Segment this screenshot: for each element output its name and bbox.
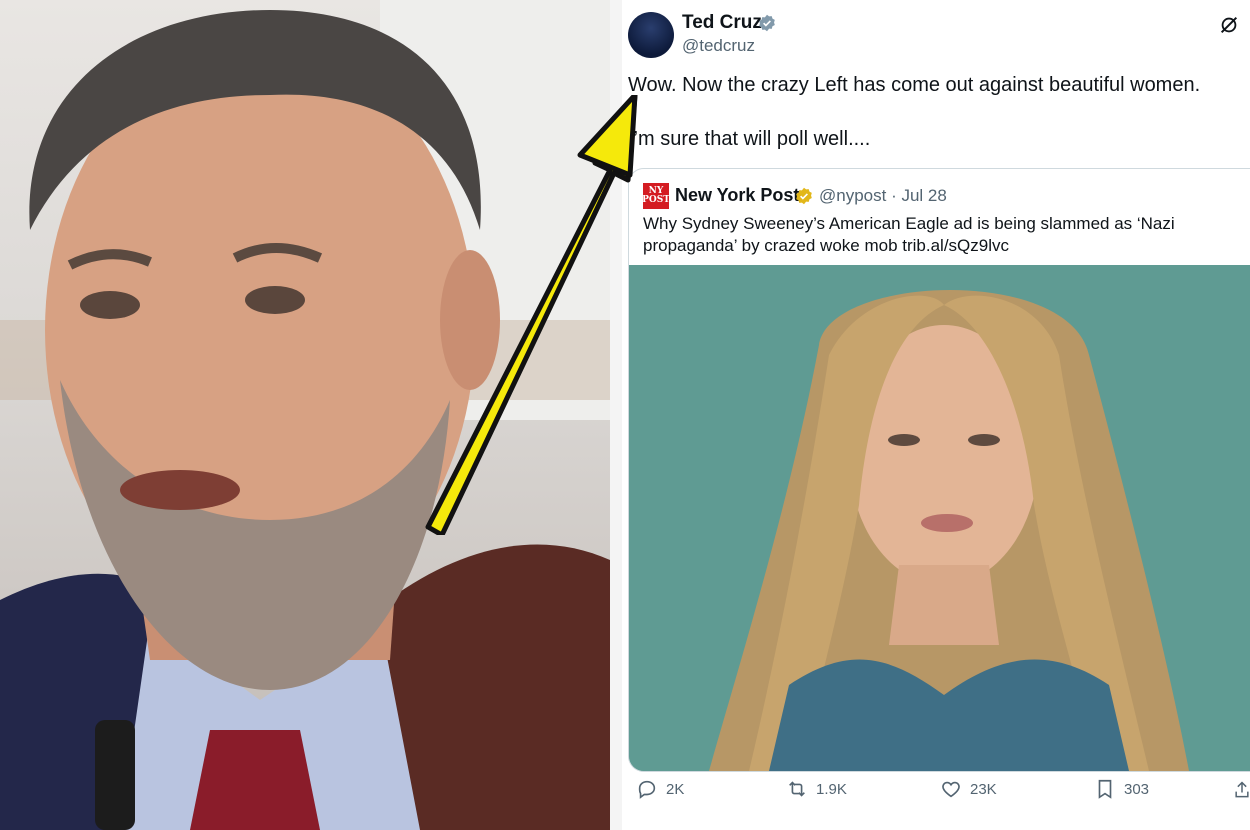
like-count: 23K: [970, 780, 997, 798]
nypost-logo: NY POST: [642, 183, 670, 209]
quote-media-image[interactable]: [629, 265, 1250, 771]
tweet-actions: 2K 1.9K 23K 303: [628, 774, 1250, 808]
tweet-card[interactable]: Ted Cruz @tedcruz Wow. Now the crazy Lef…: [622, 0, 1250, 830]
quoted-tweet[interactable]: NY POST New York Post @nypost · Jul 28 Wh…: [628, 168, 1250, 772]
like-button[interactable]: 23K: [940, 778, 997, 800]
quote-text: Why Sydney Sweeney’s American Eagle ad i…: [643, 214, 1175, 255]
nypost-logo-text: NY POST: [642, 186, 670, 205]
tweet-text-line2: I’m sure that will poll well....: [628, 128, 871, 150]
reply-icon: [638, 780, 656, 799]
quote-handle-date[interactable]: @nypost · Jul 28: [819, 186, 947, 206]
reply-count: 2K: [666, 780, 685, 798]
gold-verified-icon: [796, 187, 812, 205]
politician-photo: [0, 0, 610, 830]
repost-button[interactable]: 1.9K: [786, 778, 847, 800]
author-name[interactable]: Ted Cruz: [682, 12, 762, 34]
like-icon: [942, 781, 960, 798]
tweet-text-line1: Wow. Now the crazy Left has come out aga…: [628, 74, 1201, 96]
share-icon[interactable]: [1232, 780, 1250, 800]
bookmark-icon: [1098, 779, 1112, 799]
author-avatar[interactable]: [628, 12, 674, 58]
bookmark-count: 303: [1124, 780, 1150, 798]
quote-date[interactable]: · Jul 28: [891, 186, 947, 205]
repost-icon: [789, 781, 805, 797]
quote-author-name[interactable]: New York Post: [675, 185, 799, 206]
bookmark-button[interactable]: 303: [1094, 778, 1149, 800]
author-handle[interactable]: @tedcruz: [682, 36, 755, 56]
verified-icon: [759, 14, 775, 32]
grok-icon[interactable]: [1218, 14, 1240, 36]
tweet-body: Wow. Now the crazy Left has come out aga…: [628, 72, 1228, 180]
repost-count: 1.9K: [816, 780, 847, 798]
quote-author-handle[interactable]: @nypost: [819, 186, 886, 205]
reply-button[interactable]: 2K: [636, 778, 684, 800]
panel-divider: [610, 0, 622, 830]
